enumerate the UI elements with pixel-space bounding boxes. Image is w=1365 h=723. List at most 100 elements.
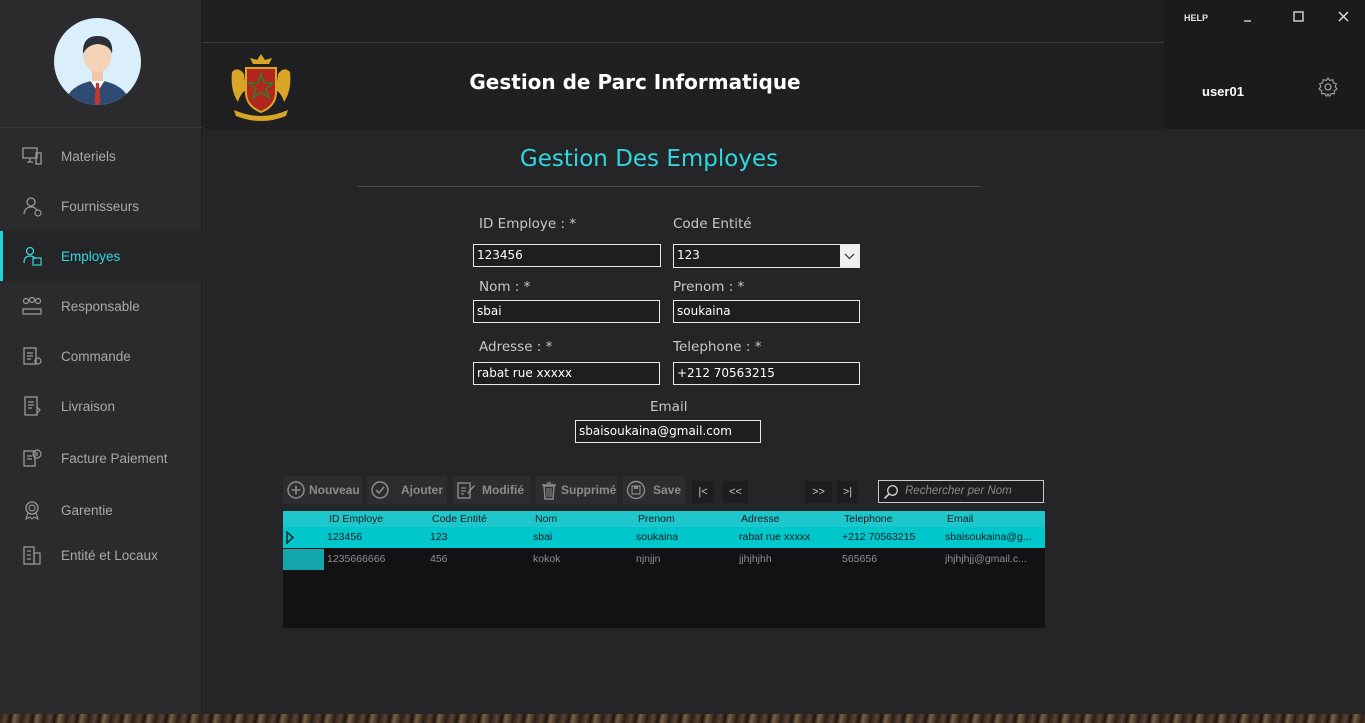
sidebar-item-materiels[interactable]: Materiels bbox=[0, 131, 202, 181]
close-icon[interactable] bbox=[1330, 6, 1356, 28]
sidebar-item-commande[interactable]: Commande bbox=[0, 331, 202, 381]
add-circle-icon bbox=[287, 481, 305, 499]
header-divider bbox=[202, 42, 1164, 43]
sidebar-item-entite-locaux[interactable]: Entité et Locaux bbox=[0, 535, 202, 575]
column-header[interactable]: Code Entité bbox=[432, 513, 487, 525]
column-header[interactable]: Nom bbox=[535, 513, 557, 525]
title-divider bbox=[357, 186, 981, 187]
modifie-label: Modifié bbox=[482, 483, 524, 497]
supprime-label: Supprimé bbox=[561, 483, 617, 497]
edit-icon bbox=[457, 482, 475, 499]
nouveau-label: Nouveau bbox=[309, 483, 360, 497]
trash-icon bbox=[542, 482, 556, 500]
column-header[interactable]: Prenom bbox=[638, 513, 675, 525]
help-link[interactable]: HELP bbox=[1184, 13, 1208, 23]
title-bar-controls: HELP user01 bbox=[1164, 0, 1365, 129]
chevron-down-icon[interactable] bbox=[840, 245, 859, 267]
save-button[interactable]: Save bbox=[623, 476, 685, 504]
column-header[interactable]: Telephone bbox=[844, 513, 892, 525]
table-cell: jjhjhjhh bbox=[739, 553, 772, 565]
adresse-field[interactable]: rabat rue xxxxx bbox=[473, 362, 660, 385]
supprime-button[interactable]: Supprimé bbox=[536, 476, 617, 504]
sidebar-item-responsable[interactable]: Responsable bbox=[0, 281, 202, 331]
table-cell: 456 bbox=[430, 553, 448, 565]
last-record-button[interactable]: >| bbox=[837, 481, 858, 503]
column-header[interactable]: ID Employe bbox=[329, 513, 383, 525]
id-employe-field[interactable]: 123456 bbox=[473, 244, 661, 267]
sidebar-item-fournisseurs[interactable]: Fournisseurs bbox=[0, 181, 202, 231]
table-cell: 123 bbox=[430, 531, 448, 543]
sidebar-item-employes[interactable]: Employes bbox=[0, 231, 202, 281]
nom-field[interactable]: sbai bbox=[473, 300, 660, 323]
ajouter-button[interactable]: Ajouter bbox=[367, 476, 447, 504]
sidebar-item-label: Livraison bbox=[61, 398, 116, 414]
next-record-button[interactable]: >> bbox=[805, 481, 832, 503]
first-record-button[interactable]: |< bbox=[692, 481, 714, 503]
modifie-button[interactable]: Modifié bbox=[453, 476, 530, 504]
manager-icon bbox=[22, 296, 42, 315]
save-label: Save bbox=[653, 483, 682, 497]
sidebar: Materiels Fournisseurs Employes Responsa… bbox=[0, 0, 202, 714]
table-cell: 565656 bbox=[842, 553, 878, 565]
table-cell: sbaisoukaina@g... bbox=[945, 531, 1032, 543]
sidebar-item-label: Commande bbox=[61, 348, 131, 364]
table-cell: rabat rue xxxxx bbox=[739, 531, 811, 543]
save-disk-icon bbox=[626, 480, 646, 500]
user-name: user01 bbox=[1202, 84, 1244, 99]
table-cell: 123456 bbox=[327, 531, 363, 543]
table-header: ID Employe Code Entité Nom Prenom Adress… bbox=[283, 511, 1045, 527]
sidebar-item-label: Facture Paiement bbox=[61, 450, 168, 466]
nouveau-button[interactable]: Nouveau bbox=[283, 476, 362, 504]
id-employe-label: ID Employe : * bbox=[479, 216, 577, 232]
sidebar-item-label: Responsable bbox=[61, 298, 140, 314]
ajouter-label: Ajouter bbox=[401, 483, 443, 497]
search-input[interactable]: Rechercher per Nom bbox=[878, 480, 1044, 503]
invoice-icon bbox=[23, 449, 42, 467]
sidebar-item-facture-paiement[interactable]: Facture Paiement bbox=[0, 431, 202, 485]
gear-icon[interactable] bbox=[1317, 76, 1339, 98]
email-field[interactable]: sbaisoukaina@gmail.com bbox=[575, 420, 761, 443]
sidebar-item-label: Materiels bbox=[61, 148, 116, 164]
row-header[interactable] bbox=[283, 549, 324, 570]
column-header[interactable]: Adresse bbox=[741, 513, 780, 525]
hardware-icon bbox=[22, 147, 42, 165]
profile-area bbox=[0, 0, 202, 128]
sidebar-item-garentie[interactable]: Garentie bbox=[0, 485, 202, 535]
sidebar-item-label: Fournisseurs bbox=[61, 198, 140, 214]
employees-table: ID Employe Code Entité Nom Prenom Adress… bbox=[283, 511, 1045, 628]
previous-record-button[interactable]: << bbox=[723, 481, 748, 503]
minimize-icon[interactable] bbox=[1235, 6, 1261, 28]
sidebar-item-label: Employes bbox=[61, 248, 121, 264]
warranty-icon bbox=[25, 501, 39, 521]
email-label: Email bbox=[650, 399, 688, 415]
sidebar-nav: Materiels Fournisseurs Employes Responsa… bbox=[0, 131, 202, 575]
table-row[interactable]: 123456 123 sbai soukaina rabat rue xxxxx… bbox=[283, 527, 1045, 548]
code-entite-select[interactable]: 123 bbox=[673, 244, 860, 268]
avatar bbox=[54, 18, 141, 105]
code-entite-label: Code Entité bbox=[673, 216, 752, 232]
app-title: Gestion de Parc Informatique bbox=[469, 70, 801, 94]
adresse-label: Adresse : * bbox=[479, 339, 553, 355]
building-icon bbox=[23, 546, 41, 565]
check-circle-icon bbox=[371, 481, 389, 499]
table-cell: kokok bbox=[533, 553, 561, 565]
order-icon bbox=[23, 347, 42, 365]
header: Gestion de Parc Informatique bbox=[202, 0, 1164, 129]
prenom-field[interactable]: soukaina bbox=[673, 300, 860, 323]
maximize-icon[interactable] bbox=[1285, 6, 1311, 28]
column-header[interactable]: Email bbox=[947, 513, 973, 525]
prenom-label: Prenom : * bbox=[673, 279, 745, 295]
table-cell: njnjjn bbox=[636, 553, 661, 565]
table-cell: jhjhjhjj@gmail.c... bbox=[945, 553, 1027, 565]
sidebar-item-livraison[interactable]: Livraison bbox=[0, 381, 202, 431]
table-cell: soukaina bbox=[636, 531, 679, 543]
telephone-label: Telephone : * bbox=[673, 339, 762, 355]
table-row[interactable]: 1235666666 456 kokok njnjjn jjhjhjhh 565… bbox=[283, 549, 1045, 570]
sidebar-item-label: Entité et Locaux bbox=[61, 547, 158, 563]
code-entite-value: 123 bbox=[677, 248, 700, 262]
desktop-wallpaper-strip bbox=[0, 714, 1365, 723]
page-title: Gestion Des Employes bbox=[519, 146, 779, 172]
employee-icon bbox=[23, 246, 42, 266]
telephone-field[interactable]: +212 70563215 bbox=[673, 362, 860, 385]
table-cell: sbai bbox=[533, 531, 553, 543]
